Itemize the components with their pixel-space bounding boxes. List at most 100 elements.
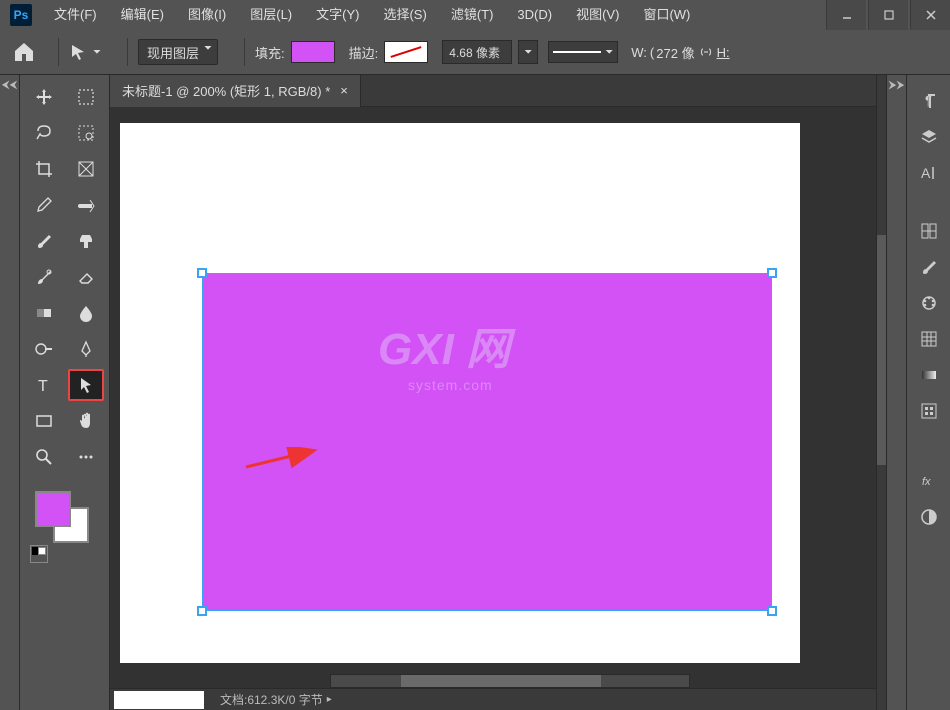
- document-tab-bar: 未标题-1 @ 200% (矩形 1, RGB/8) * ×: [110, 75, 876, 107]
- glyphs-panel-icon[interactable]: [913, 215, 945, 247]
- menu-edit[interactable]: 编辑(E): [109, 0, 176, 30]
- path-select-cursor-icon[interactable]: [69, 43, 87, 61]
- divider: [58, 38, 59, 66]
- watermark-line1: GXI 网: [378, 313, 510, 377]
- history-brush-tool[interactable]: [26, 261, 62, 293]
- default-colors-icon[interactable]: [30, 545, 48, 563]
- healing-brush-tool[interactable]: [68, 189, 104, 221]
- divider: [127, 38, 128, 66]
- menu-view[interactable]: 视图(V): [564, 0, 631, 30]
- zoom-tool[interactable]: [26, 441, 62, 473]
- gradient-tool[interactable]: [26, 297, 62, 329]
- toolbox: T: [20, 75, 110, 710]
- window-controls: [824, 0, 950, 30]
- menu-image[interactable]: 图像(I): [176, 0, 238, 30]
- right-scrollbar-thumb[interactable]: [877, 235, 886, 465]
- horizontal-scrollbar[interactable]: [330, 674, 690, 688]
- foreground-color[interactable]: [35, 491, 71, 527]
- home-icon[interactable]: [12, 40, 36, 64]
- right-collapse-column: ⮞⮞: [886, 75, 906, 710]
- close-tab-icon[interactable]: ×: [340, 83, 348, 98]
- selection-handle-tl[interactable]: [197, 268, 207, 278]
- left-collapse-column: ⮜⮜: [0, 75, 20, 710]
- fill-label: 填充:: [255, 43, 285, 62]
- stroke-color-swatch[interactable]: [384, 41, 428, 63]
- layer-select-dropdown[interactable]: 现用图层: [138, 39, 218, 65]
- move-tool[interactable]: [26, 81, 62, 113]
- stroke-width-dropdown[interactable]: ⏷: [518, 40, 538, 64]
- blur-tool[interactable]: [68, 297, 104, 329]
- lasso-tool[interactable]: [26, 117, 62, 149]
- crop-tool[interactable]: [26, 153, 62, 185]
- stroke-width-input[interactable]: [442, 40, 512, 64]
- right-panel-dock: ¶ A fx: [906, 75, 950, 710]
- minimize-button[interactable]: [826, 0, 866, 30]
- properties-panel-icon[interactable]: [913, 395, 945, 427]
- menu-layer[interactable]: 图层(L): [238, 0, 304, 30]
- marquee-tool[interactable]: [68, 81, 104, 113]
- stroke-label: 描边:: [349, 43, 379, 62]
- selection-handle-tr[interactable]: [767, 268, 777, 278]
- brushes-panel-icon[interactable]: [913, 251, 945, 283]
- menu-window[interactable]: 窗口(W): [631, 0, 702, 30]
- selection-handle-bl[interactable]: [197, 606, 207, 616]
- doc-info-dropdown-icon[interactable]: ▸: [327, 694, 332, 705]
- maximize-button[interactable]: [868, 0, 908, 30]
- document-tab-title: 未标题-1 @ 200% (矩形 1, RGB/8) *: [122, 81, 330, 100]
- annotation-arrow: [242, 447, 318, 471]
- dodge-tool[interactable]: [26, 333, 62, 365]
- canvas-viewport[interactable]: GXI 网 system.com: [110, 107, 876, 688]
- collapse-right-icon[interactable]: ⮞⮞: [889, 79, 905, 92]
- more-tools[interactable]: [68, 441, 104, 473]
- close-button[interactable]: [910, 0, 950, 30]
- scrollbar-thumb[interactable]: [401, 675, 601, 687]
- gradients-panel-icon[interactable]: [913, 359, 945, 391]
- paragraph-panel-icon[interactable]: ¶: [913, 85, 945, 117]
- link-wh-icon[interactable]: [699, 45, 713, 59]
- svg-text:¶: ¶: [925, 93, 932, 108]
- tool-preset-dropdown[interactable]: ⏷: [93, 47, 101, 58]
- patterns-panel-icon[interactable]: [913, 323, 945, 355]
- swatches-panel-icon[interactable]: [913, 287, 945, 319]
- rectangle-tool[interactable]: [26, 405, 62, 437]
- pen-tool[interactable]: [68, 333, 104, 365]
- svg-text:A: A: [921, 165, 931, 181]
- right-scrollbar[interactable]: [876, 75, 886, 710]
- eyedropper-tool[interactable]: [26, 189, 62, 221]
- svg-text:T: T: [38, 378, 48, 395]
- width-value[interactable]: 272 像: [656, 43, 694, 62]
- layers-panel-icon[interactable]: [913, 121, 945, 153]
- hand-tool[interactable]: [68, 405, 104, 437]
- menu-select[interactable]: 选择(S): [371, 0, 438, 30]
- quick-select-tool[interactable]: [68, 117, 104, 149]
- adjustments-panel-icon[interactable]: [913, 501, 945, 533]
- eraser-tool[interactable]: [68, 261, 104, 293]
- frame-tool[interactable]: [68, 153, 104, 185]
- type-tool[interactable]: T: [26, 369, 62, 401]
- width-label: W:: [631, 45, 647, 60]
- document-area: 未标题-1 @ 200% (矩形 1, RGB/8) * × GXI 网 sys…: [110, 75, 876, 710]
- height-label: H:: [717, 45, 730, 60]
- collapse-left-icon[interactable]: ⮜⮜: [2, 79, 18, 92]
- character-panel-icon[interactable]: A: [913, 157, 945, 189]
- styles-panel-icon[interactable]: fx: [913, 465, 945, 497]
- path-selection-tool[interactable]: [68, 369, 104, 401]
- menu-3d[interactable]: 3D(D): [505, 0, 564, 30]
- menu-filter[interactable]: 滤镜(T): [439, 0, 506, 30]
- selection-handle-br[interactable]: [767, 606, 777, 616]
- document-tab[interactable]: 未标题-1 @ 200% (矩形 1, RGB/8) * ×: [110, 75, 361, 107]
- brush-tool[interactable]: [26, 225, 62, 257]
- stroke-type-dropdown[interactable]: ⏷: [548, 41, 618, 63]
- fill-color-swatch[interactable]: [291, 41, 335, 63]
- canvas[interactable]: GXI 网 system.com: [120, 123, 800, 663]
- options-bar: ⏷ 现用图层 填充: 描边: ⏷ ⏷ W: ( 272 像 H:: [0, 30, 950, 75]
- divider: [244, 38, 245, 66]
- color-pickers: [25, 487, 105, 545]
- menu-file[interactable]: 文件(F): [42, 0, 109, 30]
- clone-stamp-tool[interactable]: [68, 225, 104, 257]
- zoom-input[interactable]: [114, 691, 204, 709]
- menu-type[interactable]: 文字(Y): [304, 0, 371, 30]
- app-logo: Ps: [10, 4, 32, 26]
- watermark-line2: system.com: [408, 377, 510, 393]
- svg-text:fx: fx: [922, 476, 931, 488]
